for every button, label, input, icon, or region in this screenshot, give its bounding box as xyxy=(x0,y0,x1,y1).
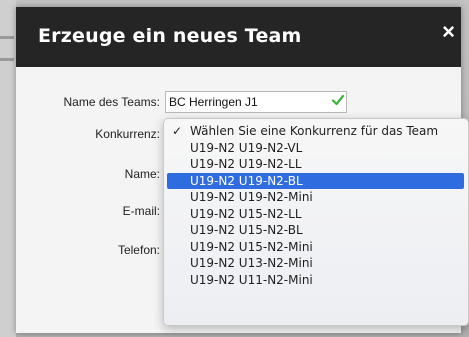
team-name-input[interactable]: BC Herringen J1 xyxy=(165,91,347,113)
dropdown-option[interactable]: U19-N2 U19-N2-LL xyxy=(164,156,468,173)
dropdown-option[interactable]: U19-N2 U15-N2-LL xyxy=(164,206,468,223)
dropdown-option[interactable]: U19-N2 U15-N2-BL xyxy=(164,222,468,239)
dropdown-option-label: U19-N2 U15-N2-BL xyxy=(190,223,303,237)
team-name-label: Name des Teams: xyxy=(63,95,161,109)
dropdown-option[interactable]: ✓ Wählen Sie eine Konkurrenz für das Team xyxy=(164,123,468,140)
dropdown-option[interactable]: U19-N2 U15-N2-Mini xyxy=(164,239,468,256)
dropdown-option-label: U19-N2 U19-N2-VL xyxy=(190,140,303,155)
check-icon xyxy=(331,94,345,106)
dropdown-option[interactable]: U19-N2 U19-N2-VL xyxy=(164,140,468,157)
close-icon[interactable]: × xyxy=(442,21,455,43)
email-label: E-mail: xyxy=(122,204,160,218)
dropdown-option[interactable]: U19-N2 U19-N2-BL xyxy=(167,172,464,189)
dropdown-option-label: U19-N2 U19-N2-LL xyxy=(190,157,302,171)
dropdown-option[interactable]: U19-N2 U13-N2-Mini xyxy=(164,255,468,272)
dropdown-option-label: U19-N2 U15-N2-Mini xyxy=(190,239,313,254)
dropdown-option-label: Wählen Sie eine Konkurrenz für das Team xyxy=(190,124,439,138)
dropdown-option-label: U19-N2 U15-N2-LL xyxy=(190,206,302,221)
dropdown-option[interactable]: U19-N2 U11-N2-Mini xyxy=(164,272,468,289)
dropdown-option-label: U19-N2 U13-N2-Mini xyxy=(190,256,313,270)
background-line xyxy=(0,58,14,61)
dropdown-option-label: U19-N2 U19-N2-Mini xyxy=(190,190,313,204)
telefon-label: Telefon: xyxy=(117,243,160,257)
konkurrenz-label: Konkurrenz: xyxy=(95,127,160,141)
modal-header: Erzeuge ein neues Team × xyxy=(16,7,461,67)
background-line xyxy=(0,36,14,39)
name-label: Name: xyxy=(124,167,160,181)
modal-title: Erzeuge ein neues Team xyxy=(38,25,302,47)
dropdown-option-label: U19-N2 U11-N2-Mini xyxy=(190,272,313,287)
dropdown-option[interactable]: U19-N2 U19-N2-Mini xyxy=(164,189,468,206)
konkurrenz-dropdown[interactable]: ✓ Wählen Sie eine Konkurrenz für das Team… xyxy=(163,118,469,326)
checkmark-icon: ✓ xyxy=(172,124,183,138)
dropdown-option-label: U19-N2 U19-N2-BL xyxy=(190,173,303,188)
